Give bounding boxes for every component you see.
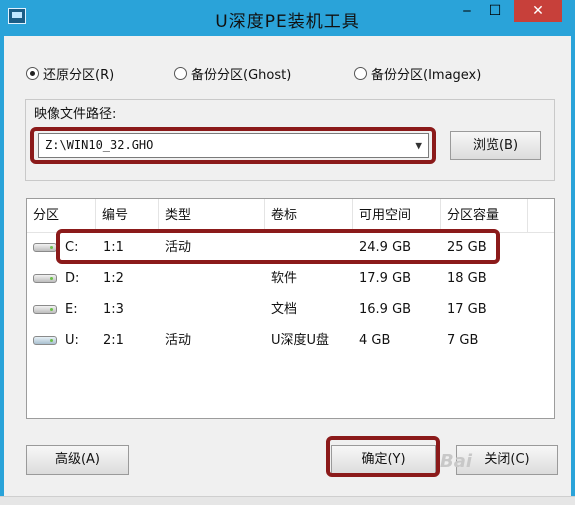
cell-capacity: 7 GB <box>447 333 479 348</box>
chevron-down-icon[interactable]: ▼ <box>415 134 422 157</box>
cell-volume-label: 文档 <box>271 302 298 317</box>
radio-backup-ghost[interactable]: 备份分区(Ghost) <box>174 64 291 83</box>
watermark: Bai <box>440 451 473 472</box>
advanced-button[interactable]: 高级(A) <box>26 445 129 475</box>
image-path-label: 映像文件路径: <box>34 107 117 122</box>
cell-number: 2:1 <box>103 333 124 348</box>
cell-capacity: 17 GB <box>447 302 487 317</box>
column-header[interactable]: 可用空间 <box>353 199 441 232</box>
cell-number: 1:3 <box>103 302 124 317</box>
minimize-button[interactable]: ‒ <box>454 0 480 22</box>
ok-button[interactable]: 确定(Y) <box>331 445 436 475</box>
radio-unselected-icon <box>354 67 367 80</box>
hard-disk-icon <box>33 274 57 283</box>
hard-disk-icon <box>33 243 57 252</box>
cell-capacity: 25 GB <box>447 240 487 255</box>
column-header[interactable]: 分区容量 <box>441 199 528 232</box>
table-row[interactable]: U: 2:1 活动 U深度U盘 4 GB 7 GB <box>27 325 554 356</box>
table-row[interactable]: D: 1:2 软件 17.9 GB 18 GB <box>27 263 554 294</box>
partition-table[interactable]: 分区 编号 类型 卷标 可用空间 分区容量 C: 1:1 活动 24.9 GB … <box>26 198 555 419</box>
cell-free-space: 24.9 GB <box>359 240 412 255</box>
radio-backup-imagex-label: 备份分区(Imagex) <box>371 68 482 83</box>
image-path-value: Z:\WIN10_32.GHO <box>45 138 154 152</box>
title-bar: U深度PE装机工具 ‒ ☐ ✕ <box>0 0 575 36</box>
radio-restore-label: 还原分区(R) <box>43 68 115 83</box>
hard-disk-icon <box>33 305 57 314</box>
cell-partition: D: <box>65 271 80 286</box>
cell-type: 活动 <box>165 240 192 255</box>
cell-free-space: 17.9 GB <box>359 271 412 286</box>
column-header[interactable]: 卷标 <box>265 199 353 232</box>
table-row[interactable]: C: 1:1 活动 24.9 GB 25 GB <box>27 232 554 263</box>
radio-backup-ghost-label: 备份分区(Ghost) <box>191 68 292 83</box>
usb-disk-icon <box>33 336 57 345</box>
column-header[interactable]: 分区 <box>27 199 96 232</box>
cell-capacity: 18 GB <box>447 271 487 286</box>
close-window-button[interactable]: ✕ <box>514 0 562 22</box>
cell-type: 活动 <box>165 333 192 348</box>
browse-button[interactable]: 浏览(B) <box>450 131 541 160</box>
radio-unselected-icon <box>174 67 187 80</box>
cell-number: 1:2 <box>103 271 124 286</box>
cell-free-space: 16.9 GB <box>359 302 412 317</box>
radio-backup-imagex[interactable]: 备份分区(Imagex) <box>354 64 481 83</box>
column-header[interactable]: 编号 <box>96 199 159 232</box>
table-header: 分区 编号 类型 卷标 可用空间 分区容量 <box>27 199 554 233</box>
cell-partition: U: <box>65 333 79 348</box>
column-header[interactable]: 类型 <box>159 199 265 232</box>
radio-restore-partition[interactable]: 还原分区(R) <box>26 64 114 83</box>
cell-free-space: 4 GB <box>359 333 391 348</box>
cell-partition: E: <box>65 302 78 317</box>
table-row[interactable]: E: 1:3 文档 16.9 GB 17 GB <box>27 294 554 325</box>
cell-number: 1:1 <box>103 240 124 255</box>
radio-selected-icon <box>26 67 39 80</box>
cell-volume-label: 软件 <box>271 271 298 286</box>
image-path-dropdown[interactable]: Z:\WIN10_32.GHO ▼ <box>38 133 429 158</box>
maximize-button[interactable]: ☐ <box>482 0 508 22</box>
cell-partition: C: <box>65 240 79 255</box>
cell-volume-label: U深度U盘 <box>271 333 330 348</box>
